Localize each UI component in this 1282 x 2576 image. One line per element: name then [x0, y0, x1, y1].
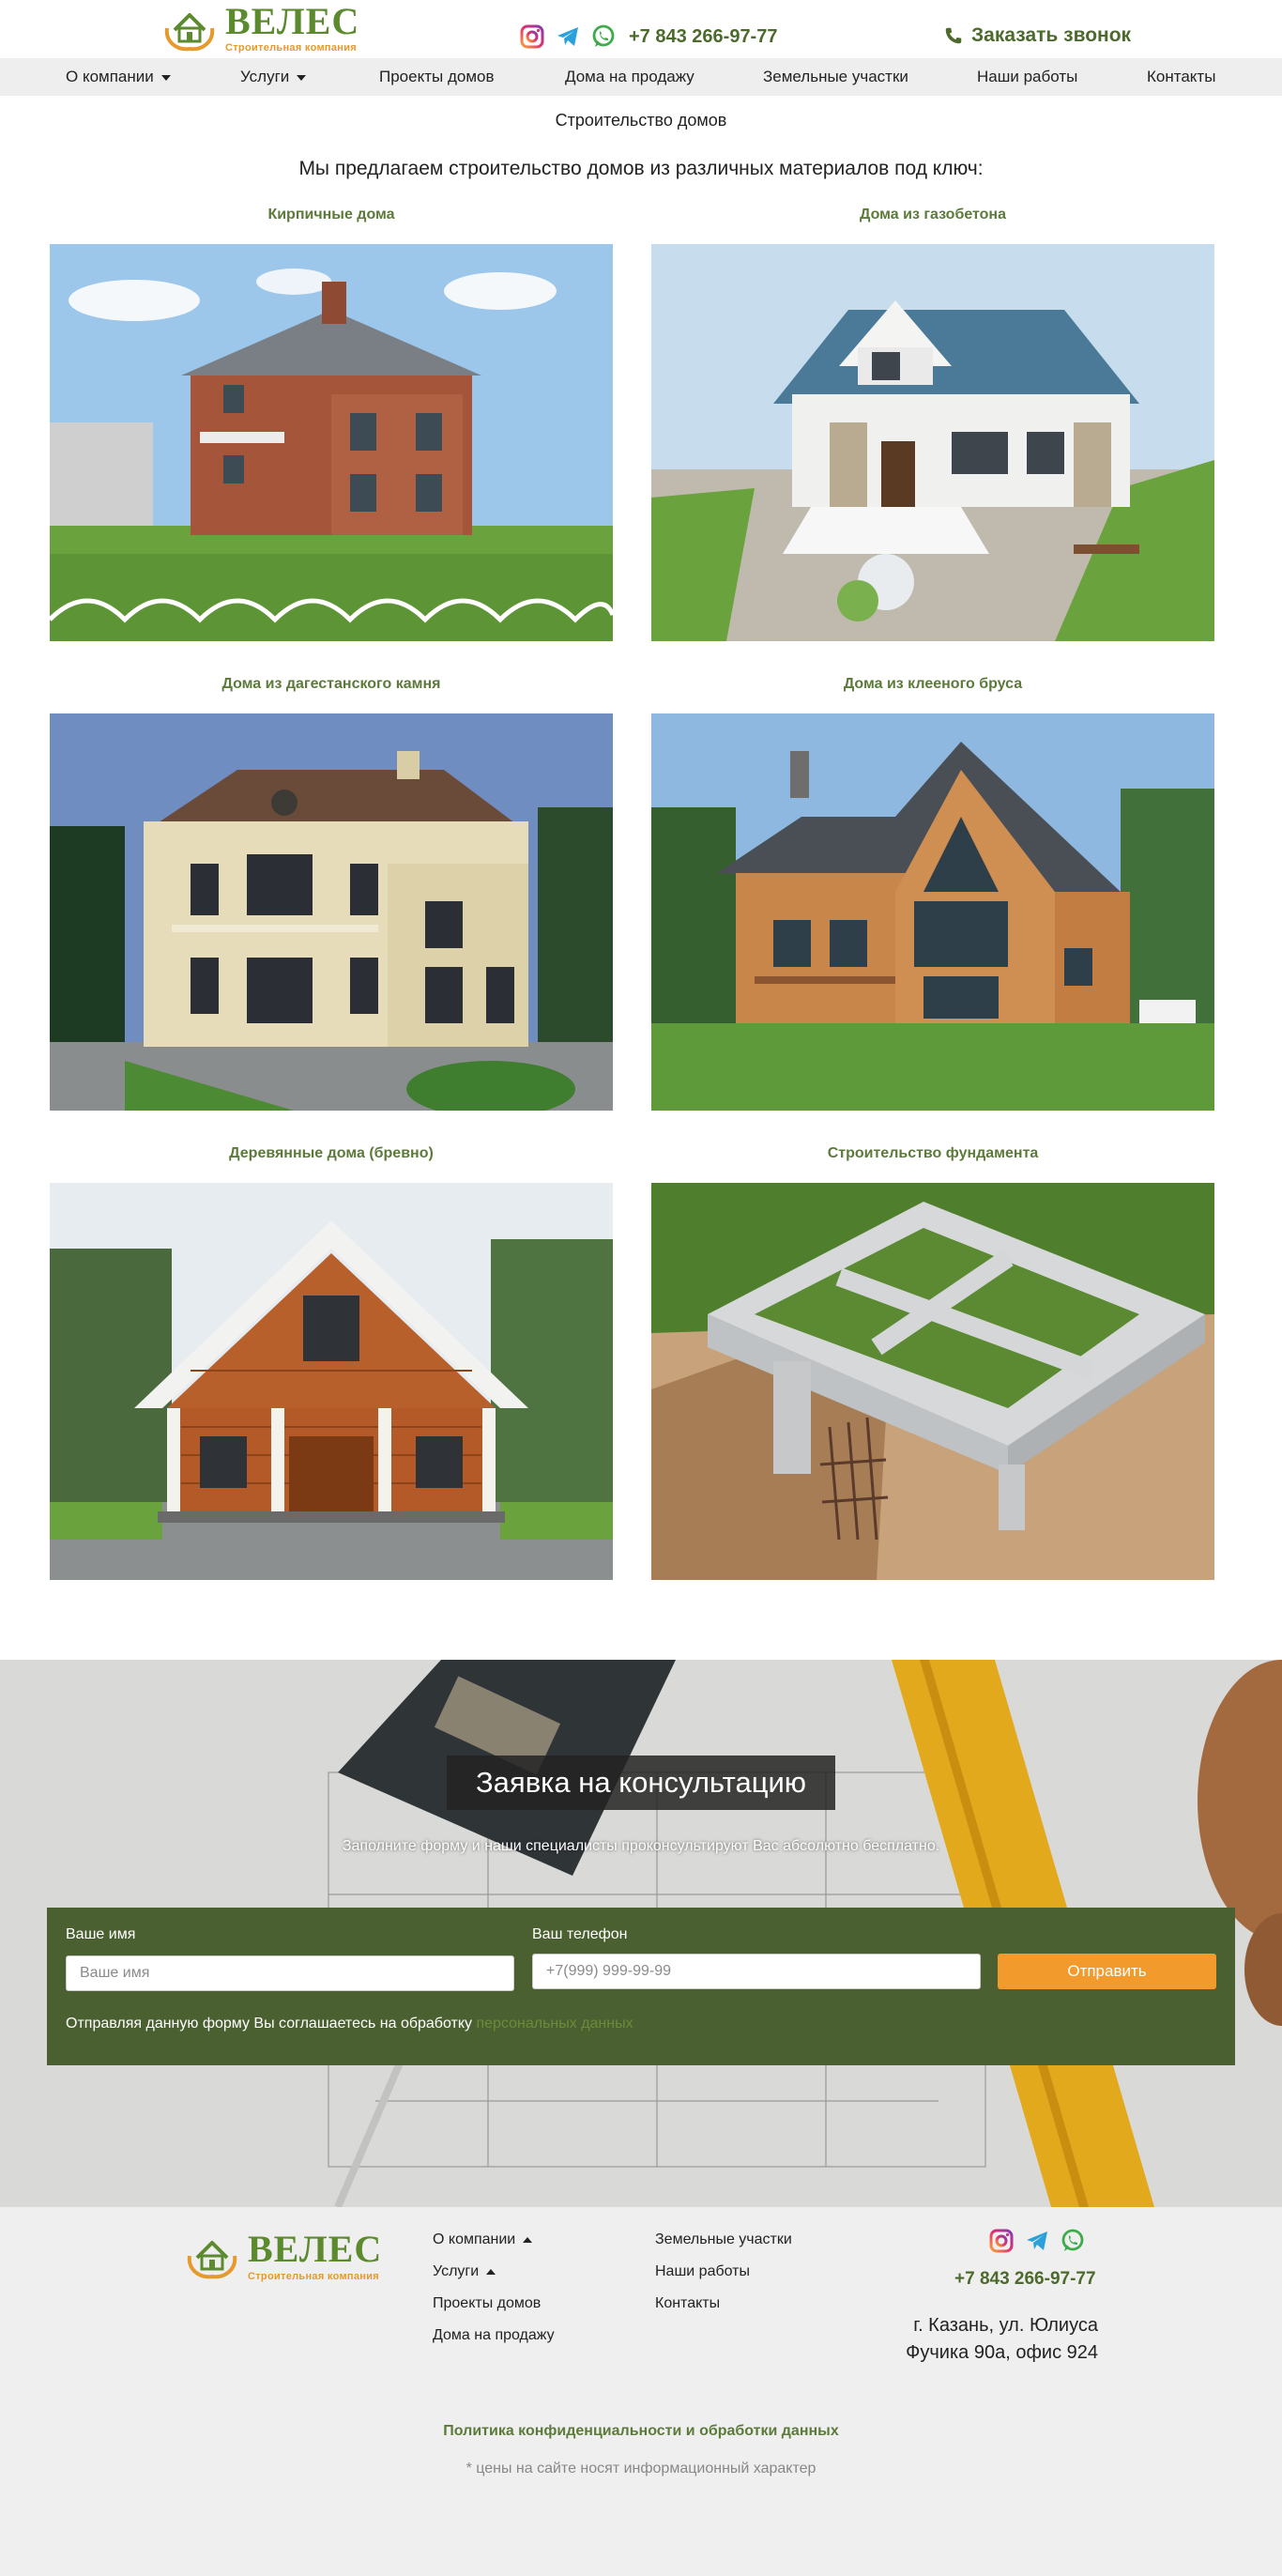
card-title-aerated-concrete[interactable]: Дома из газобетона	[651, 207, 1214, 223]
instagram-icon[interactable]	[988, 2228, 1015, 2254]
footer-nav-label: О компании	[433, 2231, 516, 2247]
price-disclaimer: * цены на сайте носят информационный хар…	[465, 2461, 817, 2476]
name-input[interactable]	[66, 1955, 514, 1991]
chevron-up-icon	[486, 2268, 496, 2275]
nav-label: Услуги	[240, 68, 290, 85]
site-footer: ВЕЛЕС Строительная компания О компании У…	[0, 2207, 1282, 2576]
nav-item-services[interactable]: Услуги	[240, 68, 307, 86]
brand-name: ВЕЛЕС	[225, 0, 360, 42]
consultation-subtitle: Заполните форму и наши специалисты проко…	[342, 1838, 940, 1854]
card-title-foundation[interactable]: Строительство фундамента	[651, 1145, 1214, 1162]
card-title-glued-timber[interactable]: Дома из клееного бруса	[651, 676, 1214, 693]
footer-nav-contacts[interactable]: Контакты	[655, 2295, 720, 2312]
footer-nav-for-sale[interactable]: Дома на продажу	[433, 2327, 555, 2344]
phone-label: Ваш телефон	[532, 1926, 628, 1942]
phone-icon	[945, 27, 962, 44]
callback-button[interactable]: Заказать звонок	[943, 24, 1131, 47]
submit-button[interactable]: Отправить	[998, 1954, 1216, 1989]
logo-house-hands-icon	[164, 13, 215, 52]
footer-address: г. Казань, ул. Юлиуса Фучика 90а, офис 9…	[892, 2312, 1098, 2367]
header-phone[interactable]: +7 843 266-97-77	[629, 26, 777, 48]
telegram-icon[interactable]	[1024, 2228, 1050, 2254]
footer-socials	[988, 2228, 1086, 2254]
photo-log-house[interactable]	[50, 1183, 613, 1580]
footer-phone[interactable]: +7 843 266-97-77	[954, 2269, 1096, 2290]
personal-data-link[interactable]: персональных данных	[476, 2016, 633, 2032]
logo[interactable]: ВЕЛЕС Строительная компания	[161, 2, 359, 54]
callback-label: Заказать звонок	[971, 24, 1132, 46]
photo-foundation[interactable]	[651, 1183, 1214, 1580]
phone-input[interactable]	[532, 1954, 981, 1989]
card-title-dagestan-stone[interactable]: Дома из дагестанского камня	[50, 676, 613, 693]
nav-item-about[interactable]: О компании	[66, 68, 171, 86]
main-nav: О компании Услуги Проекты домов Дома на …	[0, 58, 1282, 96]
header-socials	[519, 23, 617, 50]
brand-tagline: Строительная компания	[248, 2270, 379, 2282]
address-line-1: г. Казань, ул. Юлиуса	[913, 2315, 1098, 2336]
consent-label: Отправляя данную форму Вы соглашаетесь н…	[66, 2016, 473, 2032]
name-label: Ваше имя	[66, 1926, 136, 1942]
consent-text: Отправляя данную форму Вы соглашаетесь н…	[66, 2016, 633, 2032]
footer-logo[interactable]: ВЕЛЕС Строительная компания	[184, 2228, 382, 2284]
footer-nav-works[interactable]: Наши работы	[655, 2263, 750, 2280]
footer-nav-about[interactable]: О компании	[433, 2231, 533, 2248]
photo-glued-timber-house[interactable]	[651, 713, 1214, 1111]
chevron-down-icon	[160, 74, 171, 81]
nav-item-projects[interactable]: Проекты домов	[379, 68, 495, 86]
photo-brick-house[interactable]	[50, 244, 613, 641]
whatsapp-icon[interactable]	[590, 23, 617, 50]
logo-house-hands-icon	[187, 2241, 237, 2279]
intro-text: Мы предлагаем строительство домов из раз…	[298, 158, 984, 179]
instagram-icon[interactable]	[519, 23, 545, 50]
consultation-title: Заявка на консультацию	[447, 1756, 835, 1810]
card-title-log-house[interactable]: Деревянные дома (бревно)	[50, 1145, 613, 1162]
chevron-down-icon	[297, 74, 307, 81]
nav-label: О компании	[66, 68, 154, 85]
privacy-policy-link[interactable]: Политика конфиденциальности и обработки …	[0, 2423, 1282, 2440]
brand-tagline: Строительная компания	[225, 42, 357, 54]
photo-dagestan-stone-house[interactable]	[50, 713, 613, 1111]
card-title-brick[interactable]: Кирпичные дома	[50, 207, 613, 223]
photo-aerated-concrete-house[interactable]	[651, 244, 1214, 641]
footer-nav-label: Услуги	[433, 2263, 480, 2279]
brand-name: ВЕЛЕС	[248, 2227, 383, 2270]
page-title: Строительство домов	[555, 111, 727, 130]
nav-item-contacts[interactable]: Контакты	[1147, 68, 1215, 86]
nav-item-works[interactable]: Наши работы	[977, 68, 1077, 86]
footer-nav-services[interactable]: Услуги	[433, 2263, 496, 2280]
nav-item-land[interactable]: Земельные участки	[763, 68, 908, 86]
consultation-form: Ваше имя Ваш телефон Отправить Отправляя…	[47, 1908, 1235, 2065]
telegram-icon[interactable]	[555, 23, 581, 50]
site-header: ВЕЛЕС Строительная компания +7 843 266-9…	[0, 0, 1282, 58]
consultation-section: Заявка на консультацию Заполните форму и…	[0, 1660, 1282, 2207]
whatsapp-icon[interactable]	[1060, 2228, 1086, 2254]
chevron-up-icon	[523, 2236, 533, 2243]
nav-item-for-sale[interactable]: Дома на продажу	[565, 68, 694, 86]
address-line-2: Фучика 90а, офис 924	[906, 2342, 1098, 2363]
footer-nav-projects[interactable]: Проекты домов	[433, 2295, 541, 2312]
footer-nav-land[interactable]: Земельные участки	[655, 2231, 792, 2248]
